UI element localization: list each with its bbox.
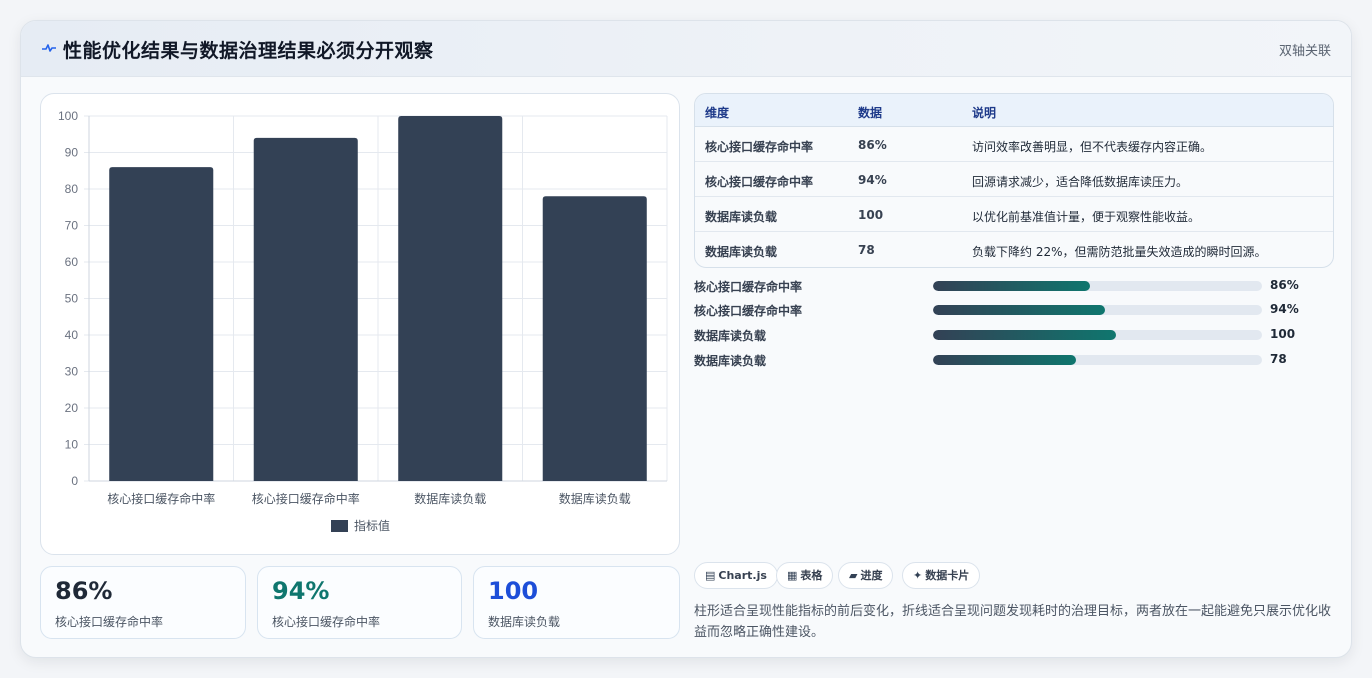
pulse-icon [42, 44, 56, 52]
cell-dimension: 核心接口缓存命中率 [705, 175, 814, 189]
progress-track [933, 330, 1262, 340]
progress-row: 核心接口缓存命中率 86% [694, 276, 1334, 296]
legend-swatch [331, 520, 348, 532]
cell-dimension: 核心接口缓存命中率 [705, 140, 814, 154]
chip-label: 数据卡片 [925, 569, 970, 582]
header-note: 说明 [972, 106, 997, 120]
y-tick-label: 0 [71, 474, 78, 488]
chip-data-card[interactable]: ✦ 数据卡片 [902, 562, 981, 589]
stat-label: 数据库读负载 [488, 615, 561, 629]
stat-value: 86% [55, 577, 113, 605]
bar [109, 167, 214, 481]
chart-icon: ▤ [705, 569, 716, 582]
y-tick-label: 70 [65, 219, 79, 233]
bar-chart: 0 10 20 30 40 50 60 70 80 90 100 核心接口缓存命中率 核心接口缓存命中率… [58, 109, 668, 533]
dashboard-card: 性能优化结果与数据治理结果必须分开观察 双轴关联 0 10 20 30 40 50 60 70… [20, 20, 1352, 658]
x-tick-label: 核心接口缓存命中率 [107, 491, 215, 506]
bar-chart-panel: 0 10 20 30 40 50 60 70 80 90 100 核心接口缓存命中率 核心接口缓存命中率… [40, 93, 680, 555]
x-tick-label: 数据库读负载 [559, 491, 631, 506]
progress-row: 数据库读负载 100 [694, 325, 1334, 345]
description-text: 柱形适合呈现性能指标的前后变化，折线适合呈现问题发现耗时的治理目标，两者放在一起… [694, 604, 1332, 640]
y-tick-label: 90 [65, 146, 79, 160]
cell-note: 以优化前基准值计量，便于观察性能收益。 [972, 210, 1201, 224]
header-data: 数据 [858, 106, 883, 120]
y-tick-label: 60 [65, 255, 79, 269]
x-tick-label: 数据库读负载 [414, 491, 486, 506]
y-tick-label: 20 [65, 401, 79, 415]
progress-label: 数据库读负载 [694, 354, 767, 368]
x-tick-label: 核心接口缓存命中率 [252, 491, 360, 506]
chip-progress[interactable]: ▰ 进度 [838, 562, 894, 589]
progress-fill [933, 355, 1076, 365]
progress-label: 数据库读负载 [694, 329, 767, 343]
y-tick-label: 10 [65, 438, 79, 452]
stat-card-hit-rate-86: 86% 核心接口缓存命中率 [40, 566, 246, 639]
progress-track [933, 355, 1262, 365]
stat-label: 核心接口缓存命中率 [55, 615, 164, 629]
progress-fill [933, 281, 1090, 291]
cell-data: 78 [858, 243, 875, 257]
progress-label: 核心接口缓存命中率 [694, 304, 803, 318]
cell-note: 负载下降约 22%，但需防范批量失效造成的瞬时回源。 [972, 245, 1267, 259]
cell-data: 86% [858, 138, 887, 152]
progress-fill [933, 305, 1105, 315]
table-row: 核心接口缓存命中率 94% 回源请求减少，适合降低数据库读压力。 [695, 162, 1333, 197]
legend-label: 指标值 [354, 518, 390, 533]
cell-dimension: 数据库读负载 [705, 245, 778, 259]
cell-dimension: 数据库读负载 [705, 210, 778, 224]
stat-card-db-load: 100 数据库读负载 [473, 566, 680, 639]
bar [398, 116, 503, 481]
stat-card-hit-rate-94: 94% 核心接口缓存命中率 [257, 566, 462, 639]
y-tick-label: 30 [65, 365, 79, 379]
progress-track [933, 305, 1262, 315]
y-tick-label: 40 [65, 328, 79, 342]
progress-label: 核心接口缓存命中率 [694, 280, 803, 294]
stat-value: 100 [488, 577, 539, 605]
metrics-table: 维度 数据 说明 核心接口缓存命中率 86% 访问效率改善明显，但不代表缓存内容… [694, 93, 1334, 268]
card-header: 性能优化结果与数据治理结果必须分开观察 双轴关联 [21, 21, 1351, 77]
cell-data: 100 [858, 208, 884, 222]
progress-value: 78 [1270, 352, 1287, 366]
chip-label: 表格 [800, 569, 823, 582]
table-icon: ▦ [787, 569, 798, 582]
header-tag: 双轴关联 [1278, 44, 1331, 59]
cell-note: 访问效率改善明显，但不代表缓存内容正确。 [972, 140, 1213, 154]
bar [542, 196, 647, 482]
page-title: 性能优化结果与数据治理结果必须分开观察 [63, 40, 434, 62]
stat-value: 94% [272, 577, 330, 605]
y-tick-label: 100 [58, 109, 78, 123]
chip-table[interactable]: ▦ 表格 [776, 562, 834, 589]
chip-label: Chart.js [718, 569, 767, 582]
chip-label: 进度 [860, 569, 883, 582]
chip-chartjs[interactable]: ▤ Chart.js [694, 562, 778, 589]
table-row: 核心接口缓存命中率 86% 访问效率改善明显，但不代表缓存内容正确。 [695, 127, 1333, 162]
progress-row: 数据库读负载 78 [694, 350, 1334, 370]
table-header: 维度 数据 说明 [695, 94, 1333, 127]
sparkle-icon: ✦ [913, 569, 923, 582]
table-row: 数据库读负载 100 以优化前基准值计量，便于观察性能收益。 [695, 197, 1333, 232]
header-dimension: 维度 [705, 106, 730, 120]
progress-track [933, 281, 1262, 291]
progress-icon: ▰ [849, 569, 858, 582]
cell-note: 回源请求减少，适合降低数据库读压力。 [972, 175, 1189, 189]
cell-data: 94% [858, 173, 887, 187]
table-row: 数据库读负载 78 负载下降约 22%，但需防范批量失效造成的瞬时回源。 [695, 232, 1333, 267]
y-tick-label: 50 [65, 292, 79, 306]
bar [253, 137, 358, 481]
y-tick-label: 80 [65, 182, 79, 196]
progress-value: 100 [1270, 327, 1296, 341]
stat-label: 核心接口缓存命中率 [272, 615, 381, 629]
progress-fill [933, 330, 1116, 340]
progress-value: 86% [1270, 278, 1299, 292]
progress-value: 94% [1270, 302, 1299, 316]
progress-row: 核心接口缓存命中率 94% [694, 300, 1334, 320]
